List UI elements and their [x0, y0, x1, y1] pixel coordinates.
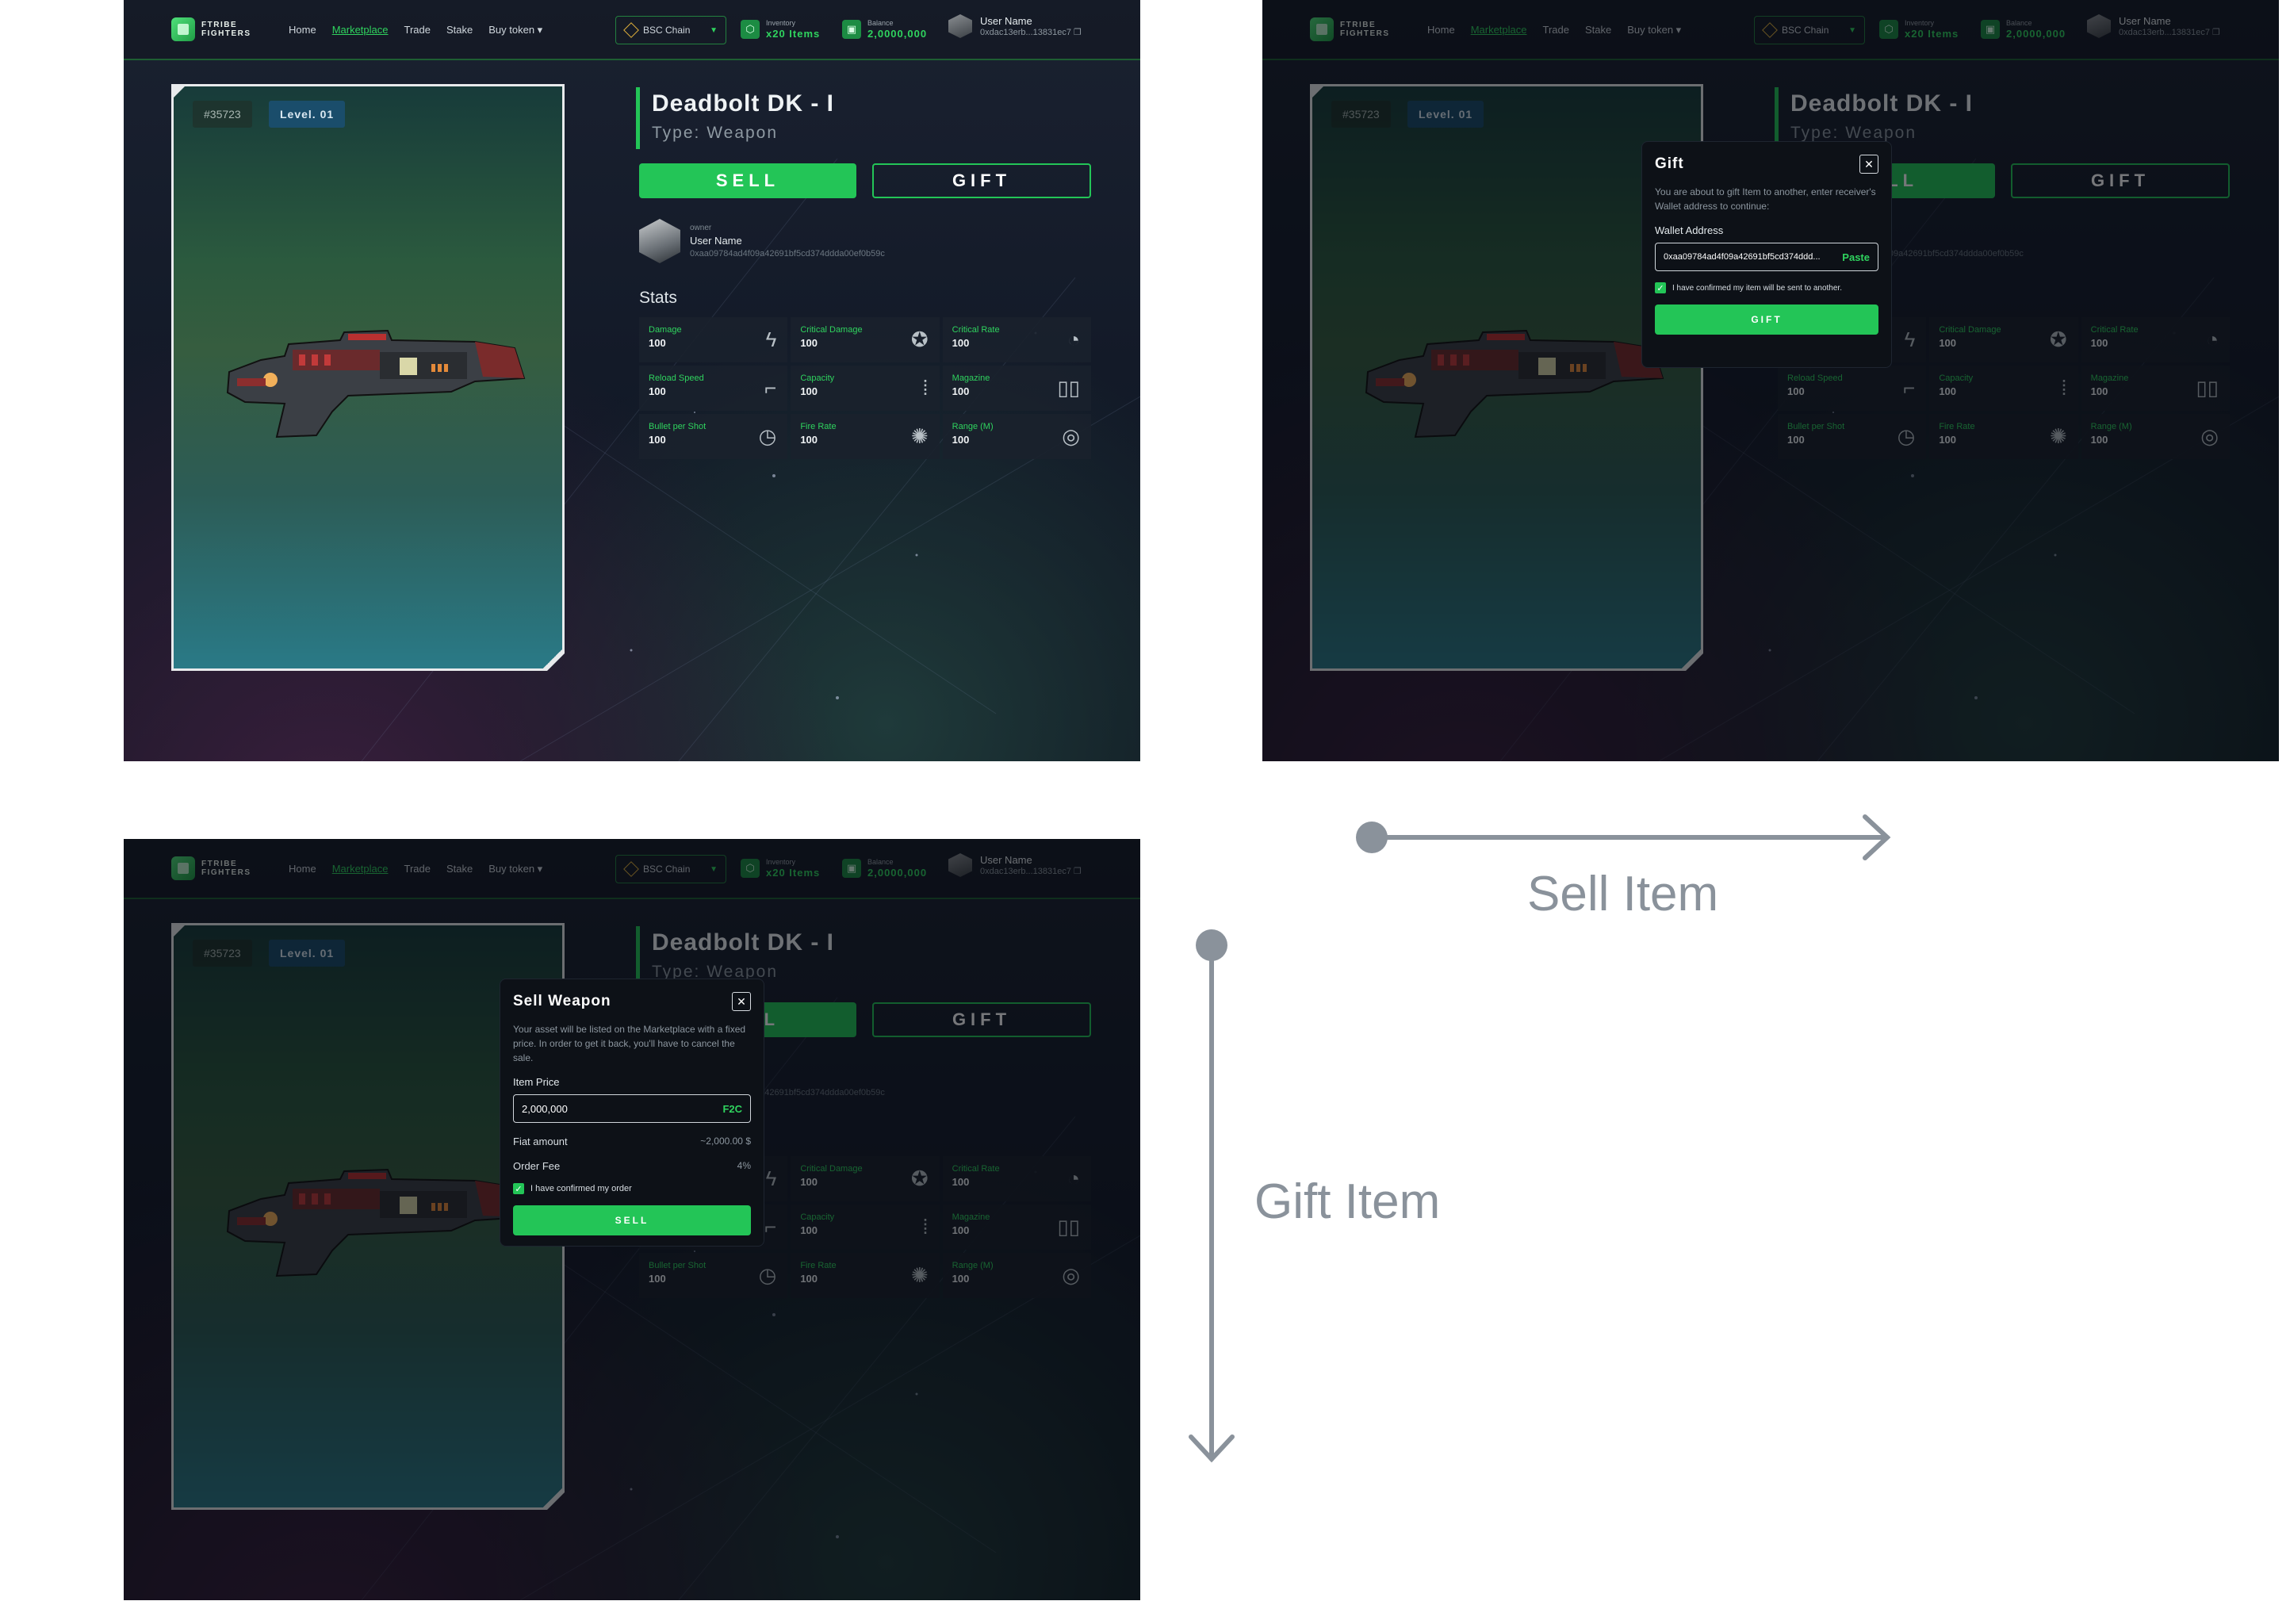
sell-item-annotation: Sell Item [1527, 867, 1719, 921]
gift-item-annotation: Gift Item [1254, 1174, 1441, 1229]
gift-flow-start-dot [1196, 929, 1227, 961]
sell-flow-start-dot [1356, 822, 1388, 853]
flow-arrows [1189, 814, 1891, 1463]
